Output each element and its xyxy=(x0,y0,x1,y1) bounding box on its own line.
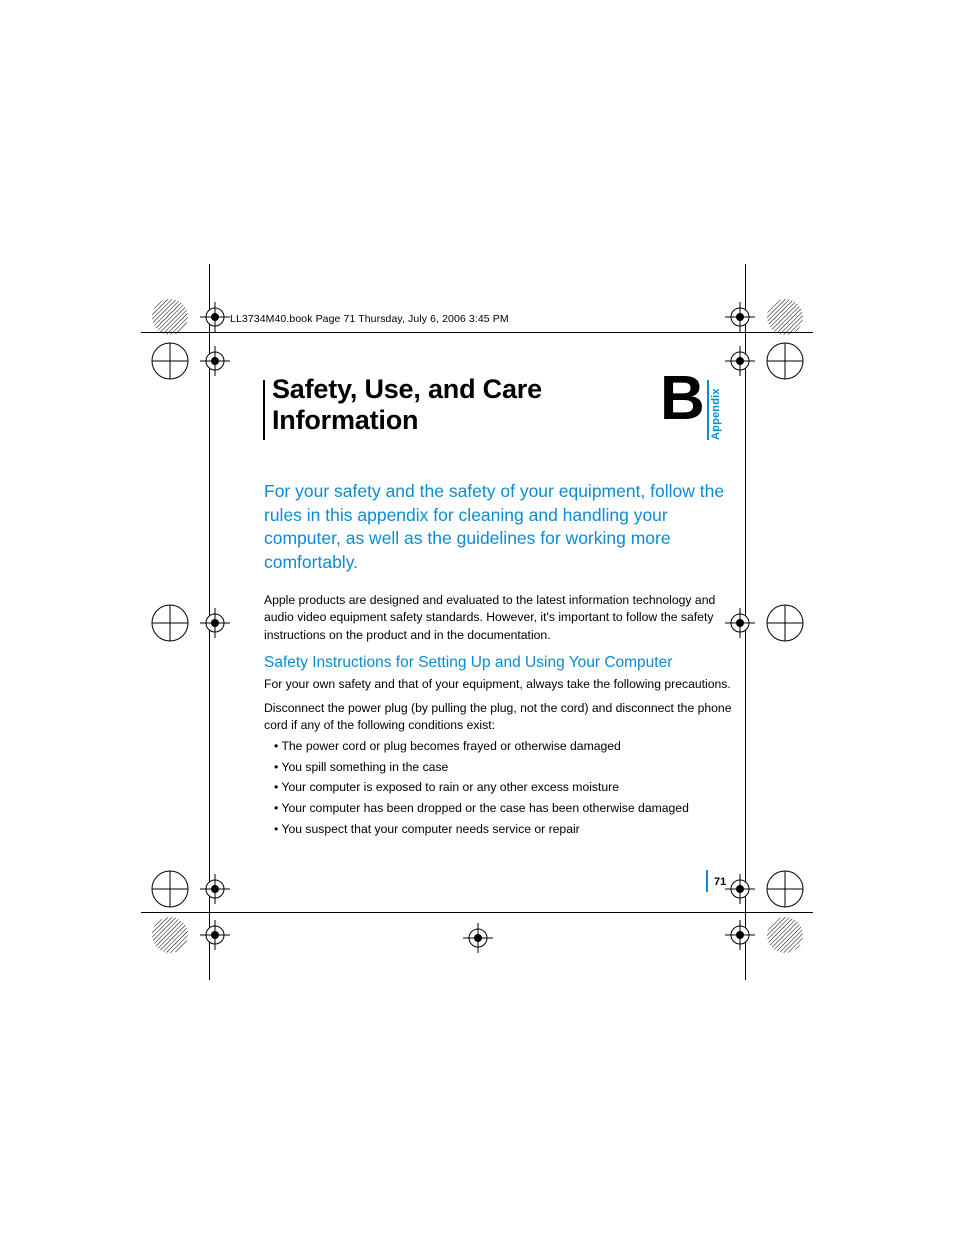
body-paragraph: Disconnect the power plug (by pulling th… xyxy=(264,700,734,735)
appendix-rule xyxy=(707,380,709,440)
appendix-label: Appendix xyxy=(710,388,722,440)
print-page: LL3734M40.book Page 71 Thursday, July 6,… xyxy=(0,0,954,1235)
crop-rule-vertical-left xyxy=(209,264,210,980)
registration-mark-icon xyxy=(720,864,810,914)
running-head: LL3734M40.book Page 71 Thursday, July 6,… xyxy=(230,313,509,325)
registration-mark-icon xyxy=(145,336,235,386)
list-item: You spill something in the case xyxy=(274,757,744,778)
crop-rule-vertical-right xyxy=(745,264,746,980)
page-number: 71 xyxy=(714,876,726,888)
registration-mark-icon xyxy=(145,292,235,342)
section-heading: Safety Instructions for Setting Up and U… xyxy=(264,654,734,672)
bullet-list: The power cord or plug becomes frayed or… xyxy=(264,736,744,840)
page-number-rule xyxy=(706,870,708,892)
crop-rule-horizontal-top xyxy=(141,332,813,333)
registration-mark-icon xyxy=(720,336,810,386)
registration-mark-icon xyxy=(145,864,235,914)
list-item: Your computer is exposed to rain or any … xyxy=(274,777,744,798)
registration-mark-icon xyxy=(720,292,810,342)
body-paragraph: Apple products are designed and evaluate… xyxy=(264,592,728,644)
list-item: The power cord or plug becomes frayed or… xyxy=(274,736,744,757)
list-item: You suspect that your computer needs ser… xyxy=(274,819,744,840)
registration-mark-icon xyxy=(145,598,235,648)
registration-mark-icon xyxy=(720,598,810,648)
registration-mark-icon xyxy=(720,910,810,960)
page-title: Safety, Use, and Care Information xyxy=(272,374,632,436)
appendix-letter: B xyxy=(660,368,703,430)
registration-mark-icon xyxy=(448,918,508,958)
list-item: Your computer has been dropped or the ca… xyxy=(274,798,744,819)
intro-paragraph: For your safety and the safety of your e… xyxy=(264,480,728,575)
body-paragraph: For your own safety and that of your equ… xyxy=(264,676,734,693)
title-rule xyxy=(263,380,265,440)
crop-rule-horizontal-bottom xyxy=(141,912,813,913)
registration-mark-icon xyxy=(145,910,235,960)
